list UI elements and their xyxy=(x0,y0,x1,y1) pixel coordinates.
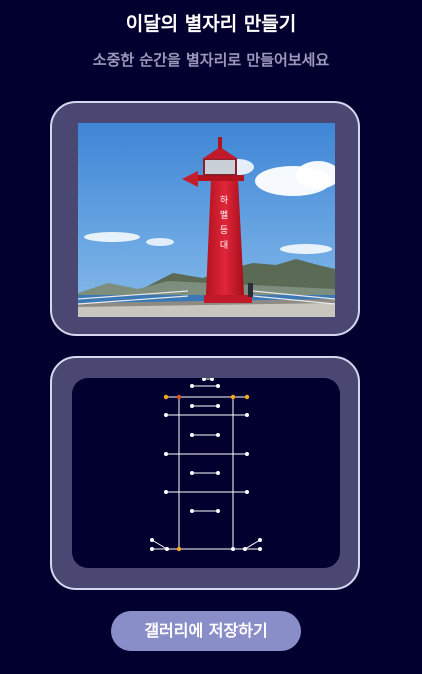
star xyxy=(164,490,168,494)
star xyxy=(150,538,154,542)
highlight-star xyxy=(163,394,169,400)
star xyxy=(231,547,235,551)
uploaded-photo[interactable]: 하 멜 등 대 xyxy=(78,123,335,317)
constellation-card xyxy=(50,356,360,590)
star xyxy=(216,471,220,475)
star xyxy=(202,378,206,381)
star xyxy=(190,384,194,388)
photo-card[interactable]: 하 멜 등 대 xyxy=(50,101,360,336)
constellation-stars xyxy=(150,378,262,552)
star xyxy=(243,547,247,551)
constellation-drawing xyxy=(150,378,262,552)
star xyxy=(245,490,249,494)
lighthouse-photo-image: 하 멜 등 대 xyxy=(78,123,335,317)
svg-text:등: 등 xyxy=(220,225,228,236)
star xyxy=(245,413,249,417)
star xyxy=(190,433,194,437)
star xyxy=(190,509,194,513)
star xyxy=(190,404,194,408)
star xyxy=(190,471,194,475)
page-subtitle: 소중한 순간을 별자리로 만들어보세요 xyxy=(92,51,330,69)
star xyxy=(216,384,220,388)
constellation-lines xyxy=(151,378,261,550)
star xyxy=(210,378,214,381)
highlight-star xyxy=(176,546,182,552)
star xyxy=(165,547,169,551)
star xyxy=(258,538,262,542)
highlight-star xyxy=(230,394,236,400)
page-title: 이달의 별자리 만들기 xyxy=(125,13,297,35)
save-to-gallery-button[interactable]: 갤러리에 저장하기 xyxy=(111,611,301,651)
constellation-maker-screen: 이달의 별자리 만들기 소중한 순간을 별자리로 만들어보세요 하 멜 등 대 … xyxy=(0,0,422,674)
star xyxy=(216,509,220,513)
star xyxy=(216,404,220,408)
star xyxy=(164,413,168,417)
star xyxy=(258,547,262,551)
star xyxy=(150,547,154,551)
star xyxy=(245,452,249,456)
constellation-canvas xyxy=(72,378,340,568)
star xyxy=(164,452,168,456)
svg-text:대: 대 xyxy=(220,240,228,251)
star xyxy=(216,433,220,437)
svg-text:하: 하 xyxy=(220,195,229,206)
svg-text:멜: 멜 xyxy=(220,209,228,221)
highlight-star xyxy=(244,394,250,400)
accent-star xyxy=(176,394,182,400)
